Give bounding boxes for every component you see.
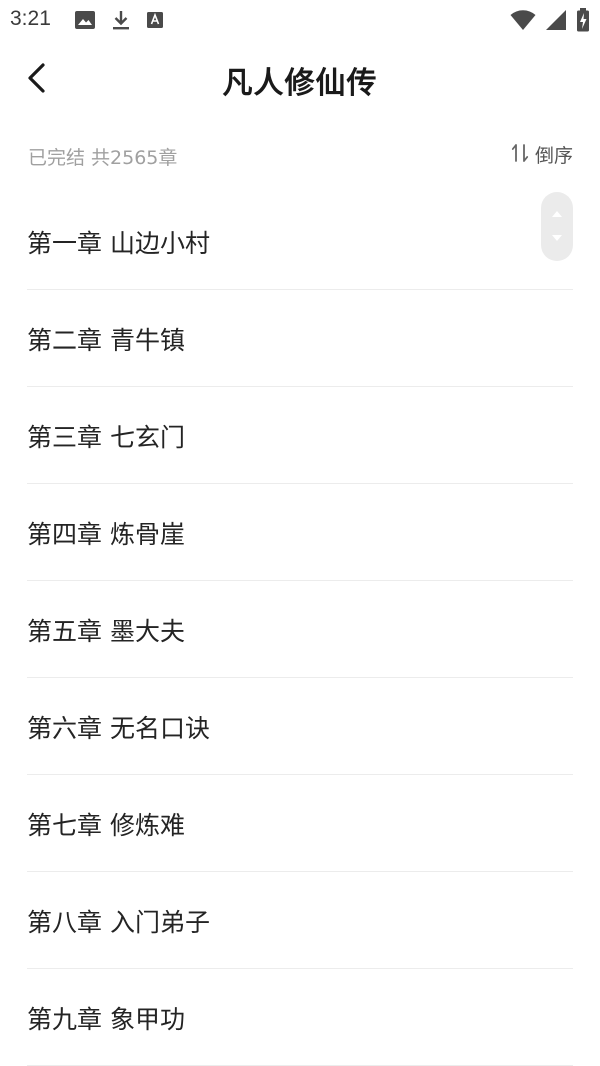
image-icon [74,10,96,30]
chapter-item[interactable]: 第六章 无名口诀 [27,678,573,775]
chapter-title: 第六章 无名口诀 [27,714,210,743]
chapter-title: 第五章 墨大夫 [27,617,185,646]
completion-status: 已完结 共2565章 [28,147,178,169]
header: 凡人修仙传 [0,46,600,110]
chapter-item[interactable]: 第二章 青牛镇 [27,290,573,387]
sort-order-button[interactable]: 倒序 [511,141,573,168]
scroll-up-arrow-icon [552,211,562,217]
page-title: 凡人修仙传 [222,66,378,101]
status-left-icons [74,9,164,31]
chapter-item[interactable]: 第五章 墨大夫 [27,581,573,678]
sort-icon [511,142,531,168]
chapter-title: 第九章 象甲功 [27,1005,185,1034]
scroll-down-arrow-icon [552,235,562,241]
chapter-title: 第四章 炼骨崖 [27,520,185,549]
chapter-item[interactable]: 第七章 修炼难 [27,775,573,872]
chapter-title: 第三章 七玄门 [27,423,185,452]
chapter-title: 第七章 修炼难 [27,811,185,840]
chapter-title: 第一章 山边小村 [27,229,210,258]
font-icon [146,10,164,30]
status-time: 3:21 [10,7,51,30]
sort-label: 倒序 [534,145,573,167]
signal-icon [545,9,567,31]
battery-charging-icon [576,8,590,32]
wifi-icon [510,9,536,31]
download-icon [112,9,130,31]
chapter-item[interactable]: 第八章 入门弟子 [27,872,573,969]
chapter-list: 第一章 山边小村 第二章 青牛镇 第三章 七玄门 第四章 炼骨崖 第五章 墨大夫… [27,193,573,1066]
chapter-item[interactable]: 第九章 象甲功 [27,969,573,1066]
status-right-icons [510,8,590,32]
chapter-item[interactable]: 第四章 炼骨崖 [27,484,573,581]
book-info-row: 已完结 共2565章 倒序 [28,140,573,170]
chapter-title: 第八章 入门弟子 [27,908,210,937]
chapter-item[interactable]: 第一章 山边小村 [27,193,573,290]
chapter-item[interactable]: 第三章 七玄门 [27,387,573,484]
chapter-title: 第二章 青牛镇 [27,326,185,355]
status-bar: 3:21 [0,0,600,40]
fast-scroll-handle[interactable] [541,192,573,261]
